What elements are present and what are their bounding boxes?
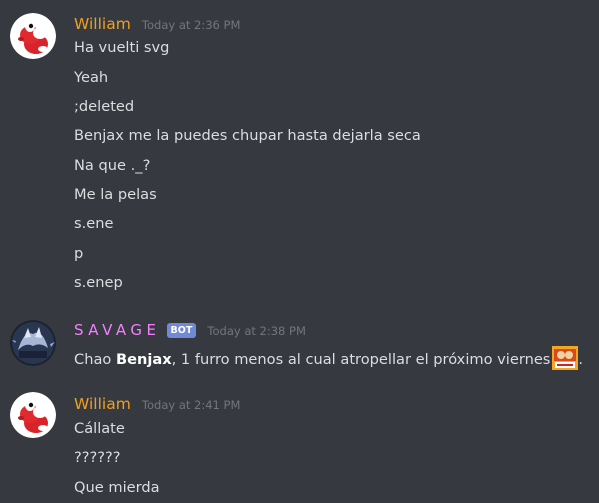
message-group-savage: SAVAGE BOT Today at 2:38 PM Chao Benjax, …: [0, 310, 599, 380]
timestamp: Today at 2:41 PM: [141, 398, 241, 412]
message-text: s.enep: [74, 274, 123, 291]
timestamp: Today at 2:38 PM: [207, 324, 306, 338]
message-text-part: Chao: [74, 351, 116, 368]
message-header: SAVAGE BOT Today at 2:38 PM: [74, 320, 306, 342]
yoshi-avatar[interactable]: [10, 392, 56, 438]
yoshi-avatar[interactable]: [10, 13, 56, 59]
author-name[interactable]: William: [74, 15, 131, 33]
message-text: ??????: [74, 449, 121, 466]
message-text: Me la pelas: [74, 186, 157, 203]
message-text: Chao Benjax, 1 furro menos al cual atrop…: [74, 346, 583, 370]
message-header: William Today at 2:36 PM: [74, 14, 240, 36]
message-text: Yeah: [74, 69, 109, 86]
message-header: William Today at 2:41 PM: [74, 394, 240, 416]
timestamp: Today at 2:36 PM: [141, 18, 241, 32]
savage-avatar[interactable]: [10, 320, 56, 366]
message-text: s.ene: [74, 215, 114, 232]
message-text: Na que ._?: [74, 157, 151, 174]
message-text: Cállate: [74, 420, 125, 437]
message-text: Benjax me la puedes chupar hasta dejarla…: [74, 127, 421, 144]
message-group-william-2: William Today at 2:41 PM Cállate ?????? …: [0, 383, 599, 503]
message-text: ;deleted: [74, 98, 135, 115]
mention-bold: Benjax: [115, 351, 172, 368]
message-text-part: .: [578, 351, 584, 368]
message-text: Que mierda: [74, 479, 160, 496]
message-text: Ha vuelti svg: [74, 39, 170, 56]
message-text: p: [74, 245, 84, 262]
author-name[interactable]: SAVAGE: [74, 321, 161, 339]
message-text-part: , 1 furro menos al cual atropellar el pr…: [171, 351, 551, 368]
author-name[interactable]: William: [74, 395, 131, 413]
custom-emoji-icon[interactable]: [552, 346, 579, 370]
bot-badge: BOT: [166, 323, 197, 338]
message-group-william-1: William Today at 2:36 PM Ha vuelti svg Y…: [0, 0, 599, 300]
